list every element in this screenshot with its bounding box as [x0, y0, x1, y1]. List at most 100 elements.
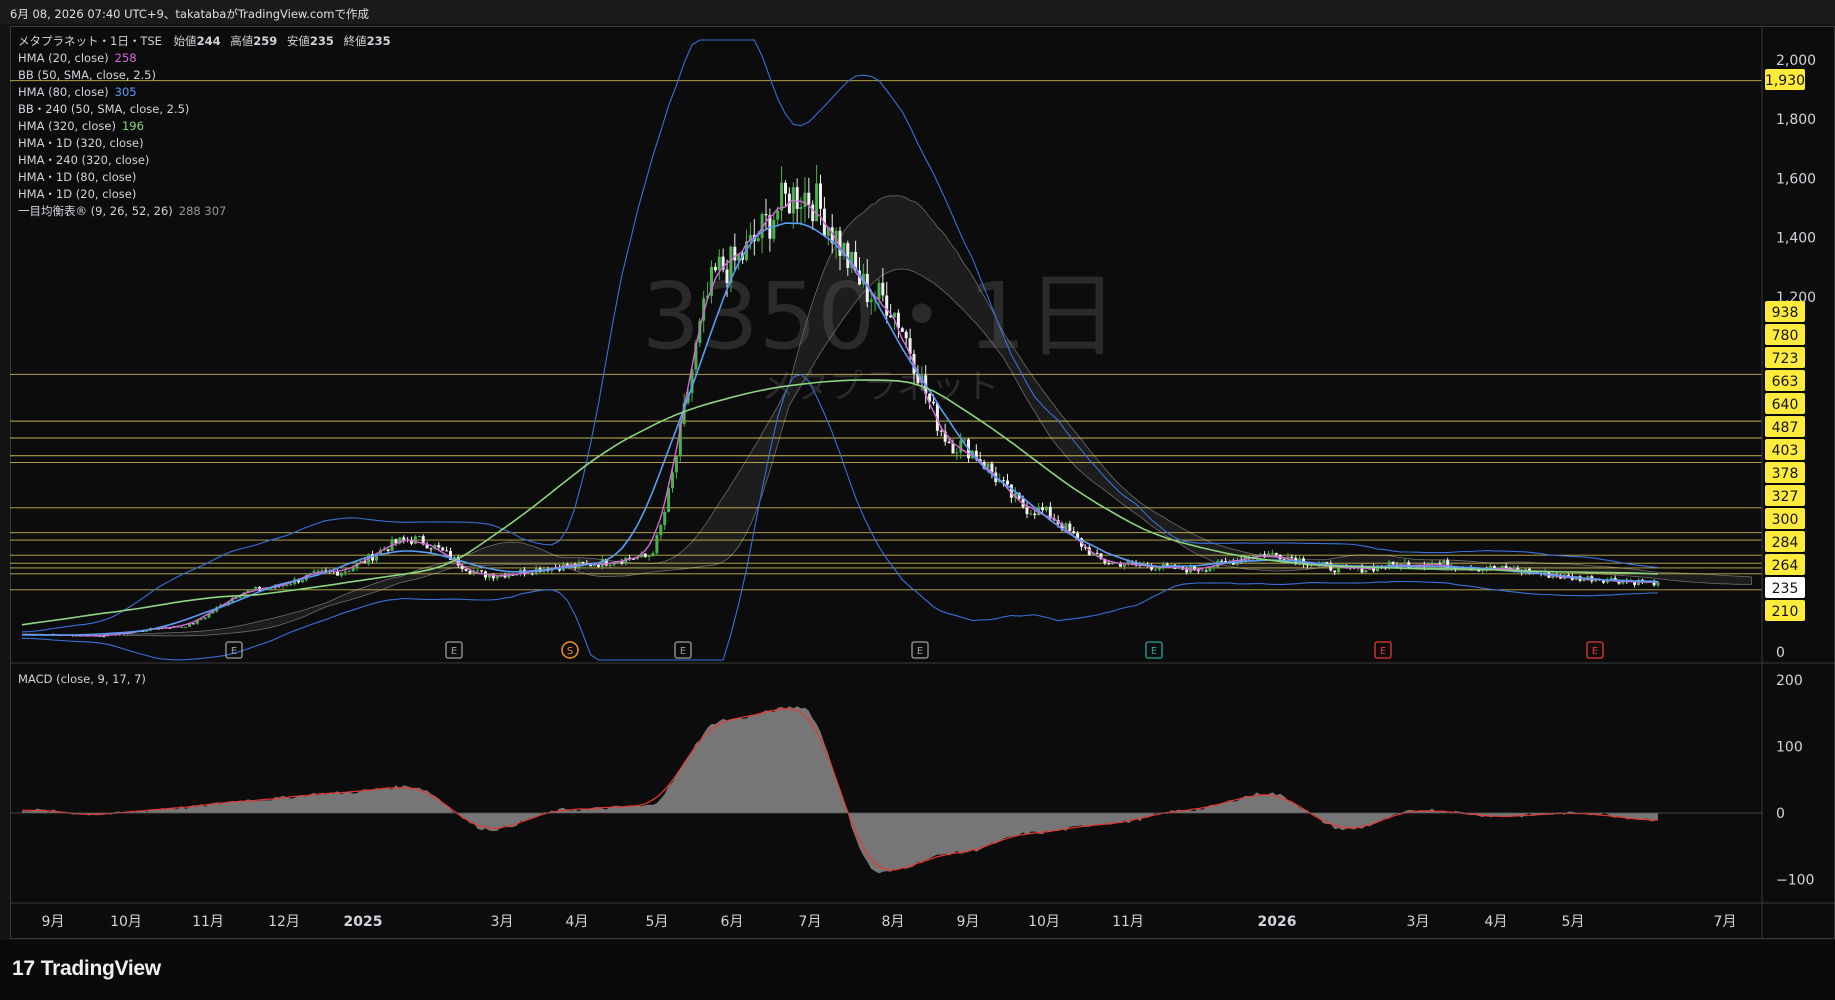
candle-body — [799, 207, 803, 209]
candle-body — [904, 331, 908, 339]
candle-body — [417, 536, 421, 538]
candle-body — [476, 570, 480, 572]
indicator-row[interactable]: BB・240 (50, SMA, close, 2.5) — [18, 101, 391, 118]
symbol-name: メタプラネット・1日・TSE — [18, 34, 162, 48]
macd-signal-line — [21, 708, 1659, 871]
candle-body — [530, 573, 534, 575]
candle-body — [1006, 480, 1009, 485]
price-tick-label: 2,000 — [1776, 53, 1816, 69]
candle-body — [963, 439, 967, 441]
indicator-row[interactable]: BB (50, SMA, close, 2.5) — [18, 67, 391, 84]
macd-legend[interactable]: MACD (close, 9, 17, 7) — [18, 672, 146, 686]
candle-body — [932, 401, 935, 404]
candle-body — [900, 328, 904, 332]
candle-body — [959, 440, 963, 453]
candle-body — [651, 553, 655, 556]
footer-bar — [0, 940, 1835, 1000]
level-price-badge: 938 — [1765, 301, 1805, 322]
macd-axis: 200 100 0 −100 — [1776, 673, 1814, 889]
candle-body — [756, 238, 760, 242]
badge-label: 1,930 — [1765, 73, 1805, 89]
candle-body — [1403, 562, 1407, 564]
low-value: 235 — [309, 34, 334, 48]
candle-body — [1391, 561, 1395, 565]
candle-body — [336, 571, 339, 576]
candle-body — [269, 588, 273, 590]
event-letter: E — [451, 646, 457, 657]
time-tick-label: 9月 — [42, 914, 65, 930]
indicator-row[interactable]: HMA・240 (320, close) — [18, 152, 391, 169]
indicator-value: 258 — [114, 51, 137, 65]
candle-body — [1157, 568, 1161, 570]
tradingview-brand[interactable]: 17 TradingView — [12, 957, 161, 981]
candle-body — [441, 547, 445, 551]
badge-label: 378 — [1772, 466, 1799, 482]
candle-body — [1072, 531, 1076, 534]
candle-body — [593, 564, 597, 567]
level-price-badge: 264 — [1765, 554, 1805, 575]
candle-body — [733, 246, 737, 261]
candle-body — [1333, 570, 1337, 573]
macd-tick-label: 200 — [1776, 673, 1803, 689]
candle-body — [784, 182, 787, 194]
candle-body — [1208, 568, 1212, 572]
candle-body — [725, 269, 729, 283]
indicator-row[interactable]: HMA・1D (20, close) — [18, 186, 391, 203]
price-tick-label: 0 — [1776, 645, 1785, 661]
earnings-event-icon: E — [1586, 641, 1604, 659]
time-tick-label: 10月 — [110, 914, 142, 930]
time-axis[interactable]: 9月 10月 11月 12月 2025 3月 4月 5月 6月 7月 8月 9月 10月 11月 2026 3… — [42, 914, 1737, 930]
badge-label: 235 — [1772, 581, 1799, 597]
level-price-badge: 1,930 — [1765, 69, 1805, 90]
time-tick-label: 7月 — [799, 914, 822, 930]
candle-body — [1442, 560, 1446, 564]
candle-body — [838, 230, 842, 256]
candle-body — [1204, 570, 1208, 572]
level-price-badge: 300 — [1765, 508, 1805, 529]
candle-body — [885, 295, 889, 316]
candle-body — [191, 623, 195, 625]
indicator-row[interactable]: HMA・1D (320, close) — [18, 135, 391, 152]
badge-label: 327 — [1772, 489, 1799, 505]
candle-body — [343, 571, 347, 573]
earnings-event-icon: E — [911, 641, 929, 659]
candle-body — [674, 456, 678, 473]
candle-body — [1111, 562, 1115, 565]
symbol-ohlc-line[interactable]: メタプラネット・1日・TSE 始値244 高値259 安値235 終値235 — [18, 33, 391, 50]
badge-label: 663 — [1772, 374, 1799, 390]
macd-tick-label: 0 — [1776, 806, 1785, 822]
macd-tick-label: 100 — [1776, 740, 1803, 756]
indicator-row[interactable]: HMA (20, close) 258 — [18, 50, 391, 67]
candle-body — [1200, 570, 1204, 572]
close-value: 235 — [366, 34, 391, 48]
event-letter: E — [1592, 646, 1598, 657]
candle-body — [947, 441, 951, 443]
candle-body — [1025, 507, 1029, 514]
level-price-badge: 487 — [1765, 416, 1805, 437]
open-value: 244 — [196, 34, 221, 48]
low-label: 安値 — [286, 34, 310, 48]
candle-body — [1122, 564, 1126, 567]
time-tick-label: 10月 — [1028, 914, 1060, 930]
tradingview-logo-icon: 17 — [12, 957, 35, 980]
indicator-label: HMA・1D (320, close) — [18, 136, 144, 150]
candle-body — [1325, 562, 1329, 564]
candle-body — [1364, 569, 1368, 573]
candle-body — [1165, 563, 1169, 566]
candle-body — [717, 256, 721, 271]
candle-body — [608, 565, 612, 566]
price-axis[interactable]: 2,0001,8001,6001,4001,20001,930938780723… — [1765, 53, 1816, 661]
candle-body — [647, 555, 651, 557]
indicator-row[interactable]: HMA (80, close) 305 — [18, 84, 391, 101]
level-price-badge: 210 — [1765, 600, 1805, 621]
indicator-row[interactable]: HMA・1D (80, close) — [18, 169, 391, 186]
indicator-row[interactable]: 一目均衡表® (9, 26, 52, 26) 288 307 — [18, 203, 391, 220]
indicator-row[interactable]: HMA (320, close) 196 — [18, 118, 391, 135]
candle-body — [180, 627, 184, 628]
earnings-event-icon: E — [1374, 641, 1392, 659]
candle-body — [1196, 570, 1200, 572]
candle-body — [402, 537, 406, 540]
badge-label: 403 — [1772, 443, 1799, 459]
event-markers[interactable]: EESEEEEE — [225, 641, 1604, 659]
level-price-badge: 284 — [1765, 531, 1805, 552]
